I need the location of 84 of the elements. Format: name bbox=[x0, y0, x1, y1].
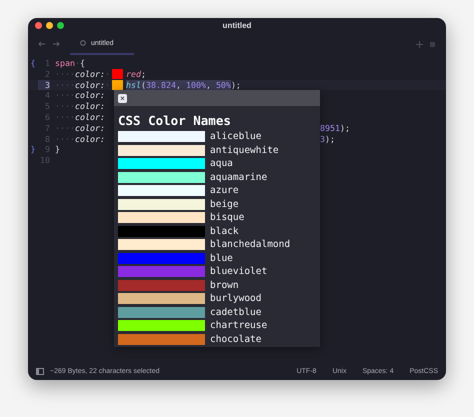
window-title: untitled bbox=[222, 21, 252, 30]
code-token: ···· bbox=[55, 122, 75, 134]
line-number: 9 bbox=[44, 144, 50, 156]
line-number: 5 bbox=[44, 101, 50, 112]
color-swatch[interactable] bbox=[118, 320, 205, 332]
color-name[interactable]: beige bbox=[210, 198, 239, 210]
code-token: · bbox=[104, 68, 110, 80]
color-name[interactable]: aquamarine bbox=[210, 172, 268, 183]
circle-icon bbox=[80, 40, 86, 46]
color-name[interactable]: chartreuse bbox=[210, 320, 268, 332]
color-swatch[interactable] bbox=[118, 252, 205, 264]
color-name[interactable]: burlywood bbox=[210, 293, 262, 304]
code-token: red bbox=[126, 68, 141, 80]
popup-title: CSS Color Names bbox=[117, 112, 232, 130]
color-name[interactable]: bisque bbox=[210, 212, 244, 224]
code-token: color: bbox=[74, 112, 105, 123]
line-number: 2 bbox=[44, 68, 50, 80]
color-name[interactable]: black bbox=[210, 226, 239, 237]
line-number: 4 bbox=[44, 90, 50, 102]
code-token: ; bbox=[140, 68, 146, 80]
color-name[interactable]: blanchedalmond bbox=[210, 239, 290, 250]
code-token: color: bbox=[74, 90, 105, 102]
color-swatch[interactable] bbox=[112, 69, 123, 80]
color-name[interactable]: cadetblue bbox=[210, 306, 262, 318]
code-token: span bbox=[55, 58, 75, 69]
color-swatch[interactable] bbox=[118, 131, 205, 142]
color-name[interactable]: aliceblue bbox=[210, 131, 262, 142]
color-swatch[interactable] bbox=[118, 334, 205, 345]
code-token: ···· bbox=[55, 134, 75, 144]
color-swatch[interactable] bbox=[118, 266, 205, 278]
color-name[interactable]: aqua bbox=[210, 158, 233, 170]
color-name[interactable]: brown bbox=[210, 280, 239, 291]
color-swatch[interactable] bbox=[118, 280, 205, 291]
selected-text: hsl(38.824, 100%, 50% bbox=[126, 80, 231, 90]
color-name[interactable]: antiquewhite bbox=[210, 144, 279, 156]
color-swatch[interactable] bbox=[112, 80, 123, 90]
color-swatch[interactable] bbox=[118, 144, 205, 156]
minimize-icon[interactable] bbox=[46, 22, 53, 29]
fold-marker: } bbox=[30, 144, 36, 154]
fold-marker: { bbox=[30, 58, 36, 68]
code-token: color: bbox=[74, 68, 105, 80]
color-swatch[interactable] bbox=[118, 185, 205, 196]
back-arrow-icon[interactable] bbox=[38, 41, 46, 47]
close-button[interactable]: × bbox=[118, 94, 127, 102]
color-swatch[interactable] bbox=[118, 293, 205, 304]
code-token: color: bbox=[74, 134, 105, 144]
code-token: ···· bbox=[55, 101, 75, 112]
color-swatch[interactable] bbox=[118, 158, 205, 170]
color-name[interactable]: azure bbox=[210, 185, 239, 196]
code-token: ···· bbox=[55, 112, 75, 123]
color-name[interactable]: chocolate bbox=[210, 334, 262, 345]
sidebar-icon[interactable] bbox=[36, 368, 44, 374]
color-swatch[interactable] bbox=[118, 198, 205, 210]
line-number: 1 bbox=[44, 58, 50, 69]
code-token: color: bbox=[74, 122, 105, 134]
line-number: 3 bbox=[38, 80, 50, 90]
line-number: 7 bbox=[44, 122, 50, 134]
color-swatch[interactable] bbox=[118, 172, 205, 183]
code-token: · bbox=[74, 58, 80, 69]
close-icon[interactable] bbox=[35, 22, 42, 29]
code-token: ···· bbox=[55, 80, 75, 90]
code-token: ); bbox=[230, 80, 241, 90]
code-token: { bbox=[80, 58, 85, 69]
code-token: } bbox=[55, 144, 60, 156]
code-token: 3 bbox=[320, 134, 325, 144]
forward-arrow-icon[interactable] bbox=[52, 41, 60, 47]
color-swatch[interactable] bbox=[118, 239, 205, 250]
color-swatch[interactable] bbox=[118, 226, 205, 237]
code-token: 8951 bbox=[320, 122, 340, 134]
line-number: 6 bbox=[44, 112, 50, 123]
color-swatch[interactable] bbox=[118, 212, 205, 224]
code-token: color: bbox=[74, 101, 105, 112]
code-token: ···· bbox=[55, 68, 75, 80]
code-token: color: bbox=[74, 80, 105, 90]
code-token: ); bbox=[324, 134, 335, 144]
code-token: ···· bbox=[55, 90, 75, 102]
color-name[interactable]: blueviolet bbox=[210, 266, 268, 278]
code-token: ); bbox=[340, 122, 350, 134]
color-name[interactable]: blue bbox=[210, 252, 233, 264]
zoom-icon[interactable] bbox=[57, 22, 64, 29]
code-token: · bbox=[104, 80, 110, 90]
color-swatch[interactable] bbox=[118, 306, 205, 318]
line-number: 10 bbox=[39, 155, 50, 166]
line-number: 8 bbox=[44, 134, 50, 144]
